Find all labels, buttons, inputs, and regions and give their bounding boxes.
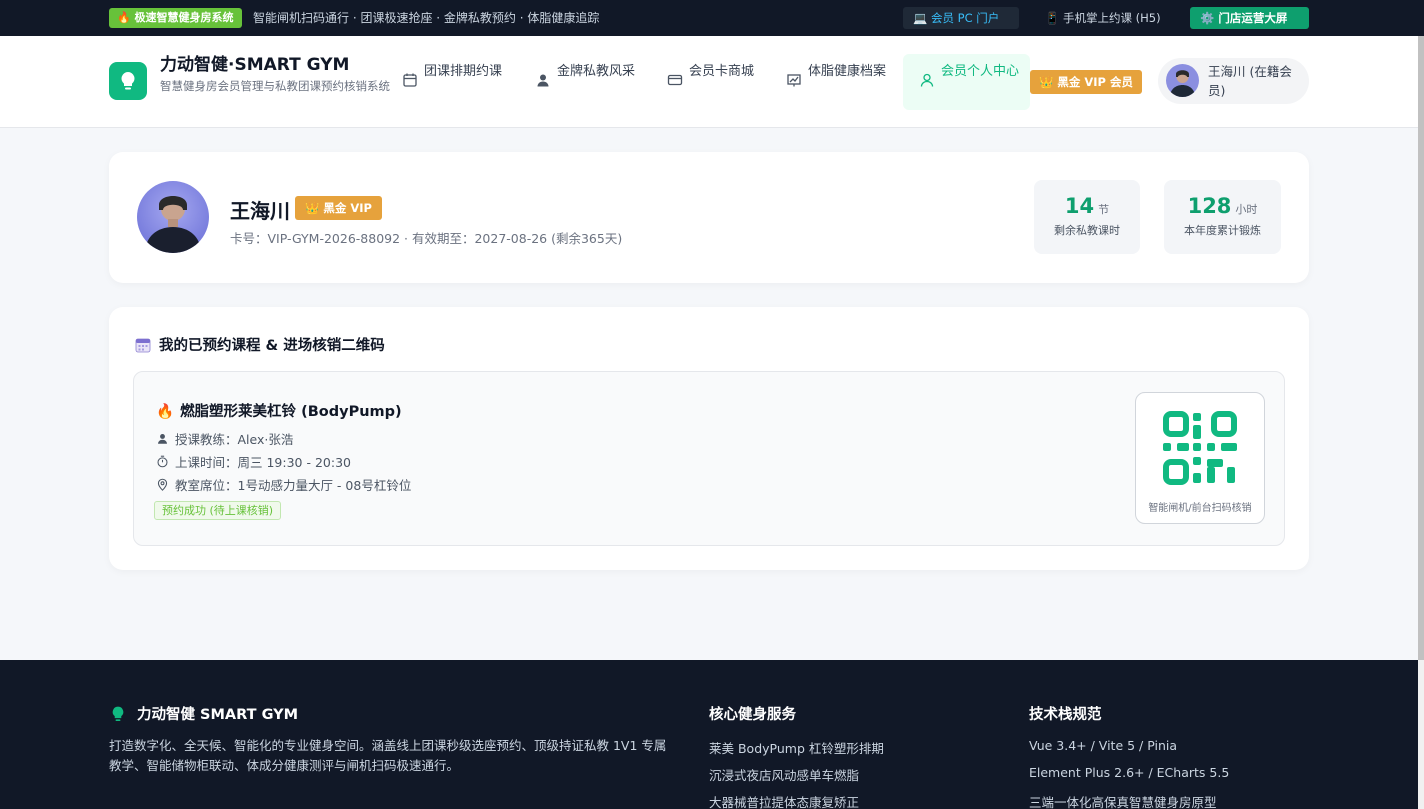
footer-tech-title: 技术栈规范 — [1029, 707, 1102, 723]
footer-tech-item: 三端一体化高保真智慧健身房原型 — [1029, 795, 1217, 809]
system-badge: 🔥 极速智慧健身房系统 — [109, 8, 242, 28]
user-menu[interactable]: 王海川 (在籍会员) — [1158, 58, 1309, 104]
brand-title: 力动智健·SMART GYM — [160, 55, 350, 75]
stat-unit: 小时 — [1235, 203, 1258, 216]
footer-services-title: 核心健身服务 — [709, 707, 796, 723]
stopwatch-icon — [157, 455, 168, 468]
nav-item-card-shop[interactable]: 会员卡商城 — [667, 62, 757, 102]
logo[interactable] — [109, 62, 147, 100]
footer-link[interactable]: 沉浸式夜店风动感单车燃脂 — [709, 765, 884, 792]
chart-icon — [787, 74, 801, 87]
stat-value: 14 — [1064, 194, 1095, 218]
footer-tech-item: Vue 3.4+ / Vite 5 / Pinia — [1029, 738, 1178, 753]
booked-course-item: 🔥 燃脂塑形莱美杠铃 (BodyPump) 授课教练：Alex·张浩 上课时间：周… — [133, 371, 1285, 546]
nav-label: 会员个人中心 — [941, 64, 1020, 79]
credit-card-icon — [667, 74, 683, 86]
user-icon — [537, 74, 549, 87]
calendar-icon — [135, 338, 151, 352]
course-time: 上课时间：周三 19:30 - 20:30 — [156, 452, 351, 471]
footer-link[interactable]: 大器械普拉提体态康复矫正 — [709, 792, 884, 809]
card-info: 卡号：VIP-GYM-2026-88092 · 有效期至：2027-08-26 … — [230, 231, 623, 246]
profile-card: 王海川 👑 黑金 VIP 卡号：VIP-GYM-2026-88092 · 有效期… — [109, 152, 1309, 283]
lightbulb-icon — [121, 72, 135, 90]
footer-description: 打造数字化、全天候、智能化的专业健身空间。涵盖线上团课秒级选座预约、顶级持证私教… — [109, 738, 667, 773]
user-icon — [158, 434, 167, 444]
scrollbar-thumb[interactable] — [1418, 36, 1424, 660]
vip-badge: 👑 黑金 VIP — [295, 196, 382, 220]
nav-item-health-records[interactable]: 体脂健康档案 — [786, 62, 886, 102]
avatar — [1166, 64, 1199, 97]
bookings-card: 我的已预约课程 & 进场核销二维码 🔥 燃脂塑形莱美杠铃 (BodyPump) 授… — [109, 307, 1309, 570]
top-bar: 🔥 极速智慧健身房系统 智能闸机扫码通行 · 团课极速抢座 · 金牌私教预约 ·… — [0, 0, 1424, 36]
stat-label: 本年度累计锻炼 — [1184, 224, 1261, 237]
fire-icon: 🔥 — [156, 404, 175, 420]
course-coach: 授课教练：Alex·张浩 — [156, 429, 293, 448]
profile-avatar — [137, 181, 209, 253]
footer-brand: 力动智健 SMART GYM — [109, 703, 298, 724]
profile-name: 王海川 — [230, 199, 290, 223]
user-name: 王海川 (在籍会员) — [1208, 64, 1292, 98]
user-outline-icon — [920, 73, 934, 87]
footer-link[interactable]: 莱美 BodyPump 杠铃塑形排期 — [709, 738, 884, 765]
ops-screen-button[interactable]: ⚙️ 门店运营大屏 — [1190, 7, 1309, 29]
checkin-qr-code[interactable]: 智能闸机/前台扫码核销 — [1135, 392, 1265, 524]
stat-remaining-sessions: 14 节 剩余私教课时 — [1034, 180, 1140, 254]
page-scrollbar[interactable] — [1418, 36, 1424, 809]
nav-label: 团课排期约课 — [424, 64, 503, 79]
stat-label: 剩余私教课时 — [1054, 224, 1120, 237]
footer-tech-item: Element Plus 2.6+ / ECharts 5.5 — [1029, 765, 1230, 780]
stat-unit: 节 — [1098, 203, 1110, 216]
nav-item-member-center[interactable]: 会员个人中心 — [903, 54, 1030, 110]
slogan-text: 智能闸机扫码通行 · 团课极速抢座 · 金牌私教预约 · 体脂健康追踪 — [253, 11, 600, 25]
stat-value: 128 — [1187, 194, 1232, 218]
h5-booking-button[interactable]: 📱 手机掌上约课 (H5) — [1035, 7, 1175, 29]
brand-subtitle: 智慧健身房会员管理与私教团课预约核销系统 — [160, 79, 390, 93]
lightbulb-icon — [112, 706, 124, 721]
bookings-title: 我的已预约课程 & 进场核销二维码 — [135, 334, 385, 355]
course-title: 🔥 燃脂塑形莱美杠铃 (BodyPump) — [156, 404, 402, 420]
nav-label: 体脂健康档案 — [808, 64, 887, 79]
booking-status-tag: 预约成功 (待上课核销) — [154, 501, 282, 520]
main-header: 力动智健·SMART GYM 智慧健身房会员管理与私教团课预约核销系统 团课排期… — [0, 36, 1418, 128]
pc-portal-button[interactable]: 💻 会员 PC 门户 — [903, 7, 1019, 29]
footer-tech-column: 技术栈规范 Vue 3.4+ / Vite 5 / Pinia Element … — [1029, 703, 1229, 809]
nav-label: 金牌私教风采 — [557, 64, 636, 79]
nav-item-class-schedule[interactable]: 团课排期约课 — [402, 62, 502, 102]
qr-label: 智能闸机/前台扫码核销 — [1148, 503, 1252, 514]
nav-item-coaches[interactable]: 金牌私教风采 — [535, 62, 635, 102]
qr-code-icon — [1163, 411, 1237, 485]
location-pin-icon — [157, 478, 168, 491]
vip-member-badge: 👑 黑金 VIP 会员 — [1030, 70, 1142, 94]
calendar-icon — [403, 73, 417, 87]
nav-label: 会员卡商城 — [689, 64, 755, 79]
footer: 力动智健 SMART GYM 打造数字化、全天候、智能化的专业健身空间。涵盖线上… — [0, 660, 1418, 809]
course-seat: 教室席位：1号动感力量大厅 - 08号杠铃位 — [156, 475, 411, 494]
stat-training-hours: 128 小时 本年度累计锻炼 — [1164, 180, 1281, 254]
footer-services-column: 核心健身服务 莱美 BodyPump 杠铃塑形排期 沉浸式夜店风动感单车燃脂 大… — [709, 703, 884, 809]
